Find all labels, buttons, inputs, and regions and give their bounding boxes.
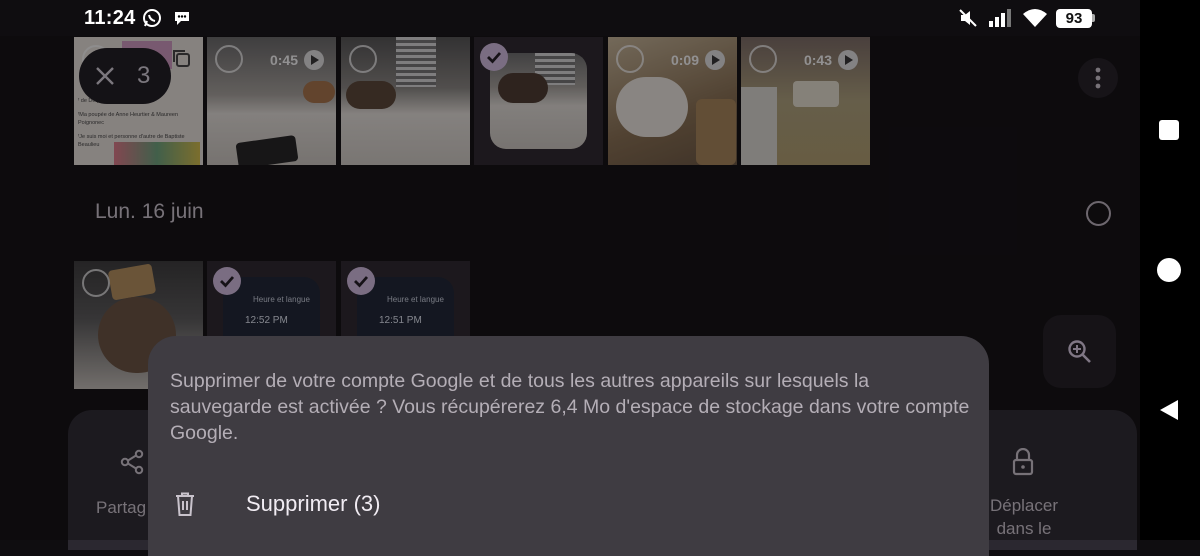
system-navigation-bar bbox=[1140, 0, 1200, 540]
screenshot-title: Heure et langue bbox=[253, 295, 310, 304]
basket-shape bbox=[793, 81, 839, 107]
battery-icon: 93 bbox=[1056, 9, 1092, 28]
zoom-in-icon bbox=[1068, 340, 1091, 363]
screenshot-time: 12:52 PM bbox=[245, 315, 288, 326]
delete-button-label: Supprimer (3) bbox=[246, 491, 381, 516]
more-options-button[interactable] bbox=[1078, 58, 1118, 98]
play-icon bbox=[838, 50, 858, 70]
select-circle[interactable] bbox=[349, 45, 377, 73]
share-label: Partag bbox=[96, 498, 147, 517]
cat-shape bbox=[303, 81, 335, 103]
video-thumbnail[interactable]: 0:09 bbox=[608, 37, 737, 165]
back-button[interactable] bbox=[1140, 390, 1200, 430]
chat-bubble-icon bbox=[175, 12, 189, 25]
copy-icon bbox=[173, 50, 190, 67]
recents-button[interactable] bbox=[1140, 110, 1200, 150]
recents-icon bbox=[1159, 120, 1179, 140]
delete-confirmation-sheet: Supprimer de votre compte Google et de t… bbox=[148, 336, 989, 556]
close-icon bbox=[96, 67, 114, 85]
mute-icon bbox=[959, 9, 977, 27]
wifi-icon bbox=[1023, 9, 1047, 27]
video-thumbnail[interactable]: 0:43 bbox=[741, 37, 870, 165]
cat-shape bbox=[616, 77, 688, 137]
selected-check-icon[interactable] bbox=[347, 267, 375, 295]
play-icon bbox=[705, 50, 725, 70]
curtain-shape bbox=[741, 87, 777, 165]
selected-check-icon[interactable] bbox=[480, 43, 508, 71]
whatsapp-icon bbox=[143, 9, 161, 27]
status-bar: 11:24 93 bbox=[0, 0, 1140, 36]
more-vert-icon bbox=[1095, 67, 1101, 89]
screenshot-time: 12:51 PM bbox=[379, 315, 422, 326]
screenshot-title: Heure et langue bbox=[387, 295, 444, 304]
cat-shape bbox=[346, 81, 396, 109]
flyer-book-covers bbox=[114, 142, 200, 165]
clock: 11:24 bbox=[84, 7, 136, 29]
video-duration-badge: 0:09 bbox=[671, 50, 725, 70]
flyer-line: ᶠMa poupée de Anne Heurtier & Maureen Po… bbox=[78, 112, 179, 126]
share-icon bbox=[120, 449, 144, 475]
back-icon bbox=[1160, 400, 1178, 420]
window-blinds bbox=[396, 37, 436, 87]
photo-thumbnail-selected[interactable] bbox=[474, 37, 603, 165]
play-icon bbox=[304, 50, 324, 70]
battery-tip bbox=[1092, 14, 1095, 22]
delete-button[interactable]: Supprimer (3) bbox=[148, 476, 989, 532]
clear-selection-button[interactable]: 3 bbox=[79, 48, 171, 104]
photo-thumbnail[interactable] bbox=[341, 37, 470, 165]
signal-icon bbox=[989, 9, 1011, 27]
video-duration: 0:43 bbox=[803, 52, 832, 68]
video-thumbnail[interactable]: 0:45 bbox=[207, 37, 336, 165]
home-icon bbox=[1157, 258, 1181, 282]
select-circle[interactable] bbox=[215, 45, 243, 73]
trash-icon bbox=[176, 492, 194, 516]
scratcher-shape bbox=[696, 99, 736, 165]
delete-confirmation-message: Supprimer de votre compte Google et de t… bbox=[170, 370, 970, 444]
zoom-button[interactable] bbox=[1043, 315, 1116, 388]
video-duration-badge: 0:45 bbox=[270, 50, 324, 70]
select-circle[interactable] bbox=[616, 45, 644, 73]
selection-count: 3 bbox=[137, 62, 151, 89]
cat-shape bbox=[498, 73, 548, 103]
select-circle[interactable] bbox=[749, 45, 777, 73]
select-circle[interactable] bbox=[82, 269, 110, 297]
video-duration: 0:09 bbox=[670, 52, 699, 68]
lock-icon bbox=[1012, 448, 1034, 476]
selected-check-icon[interactable] bbox=[213, 267, 241, 295]
home-button[interactable] bbox=[1140, 250, 1200, 290]
select-all-day-circle[interactable] bbox=[1086, 201, 1111, 226]
video-duration: 0:45 bbox=[269, 52, 298, 68]
section-date-label: Lun. 16 juin bbox=[95, 200, 204, 223]
video-duration-badge: 0:43 bbox=[804, 50, 858, 70]
